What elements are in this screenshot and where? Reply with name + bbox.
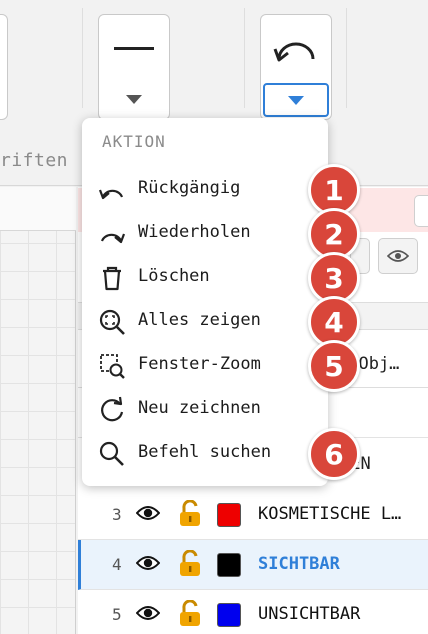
drawing-canvas[interactable] xyxy=(0,187,76,634)
menu-item-label: Neu zeichnen xyxy=(138,398,261,418)
lock-open-icon[interactable] xyxy=(178,550,204,578)
eye-icon[interactable] xyxy=(136,604,160,622)
menu-item-delete[interactable]: Löschen xyxy=(82,255,328,299)
menu-item-redraw[interactable]: Neu zeichnen xyxy=(82,387,328,431)
line-tool-button[interactable] xyxy=(98,14,170,120)
layer-color-swatch[interactable] xyxy=(217,503,241,527)
layer-name: UNSICHTBAR xyxy=(258,604,361,624)
chevron-down-icon xyxy=(126,94,142,104)
undo-tool-button[interactable] xyxy=(260,14,332,120)
line-tool-dropdown[interactable] xyxy=(99,79,169,119)
layer-number: 3 xyxy=(112,505,122,524)
layer-row[interactable]: 5 UNSICHTBAR xyxy=(78,590,428,634)
layer-name: SICHTBAR xyxy=(258,554,340,574)
undo-tool-dropdown[interactable] xyxy=(263,83,329,117)
menu-item-label: Alles zeigen xyxy=(138,310,261,330)
menu-item-zoom-all[interactable]: Alles zeigen xyxy=(82,299,328,343)
layer-number: 5 xyxy=(112,605,122,624)
menu-item-label: Rückgängig xyxy=(138,178,241,198)
canvas-tab-strip xyxy=(0,187,76,231)
eye-icon[interactable] xyxy=(136,504,160,522)
layer-name: KOSMETISCHE L… xyxy=(258,504,402,524)
menu-item-label: Befehl suchen xyxy=(138,442,272,462)
undo-tool-upper[interactable] xyxy=(261,15,331,81)
search-command-icon xyxy=(99,441,124,466)
menu-item-window-zoom[interactable]: Fenster-Zoom xyxy=(82,343,328,387)
zoom-extents-icon xyxy=(99,309,125,335)
layer-row-selected[interactable]: 4 SICHTBAR xyxy=(78,540,428,590)
panel-action-button[interactable] xyxy=(414,195,428,227)
layer-number: 4 xyxy=(112,555,122,574)
eye-icon xyxy=(387,250,409,262)
redraw-icon xyxy=(101,396,124,422)
window-zoom-icon xyxy=(100,354,125,379)
partial-tool-button[interactable] xyxy=(0,14,8,120)
layer-row[interactable]: 3 KOSMETISCHE L… xyxy=(78,490,428,540)
step-badge-5: 5 xyxy=(308,340,360,392)
menu-header: AKTION xyxy=(102,132,166,151)
layer-color-swatch[interactable] xyxy=(217,553,241,577)
redo-icon xyxy=(100,233,126,244)
line-tool-upper[interactable] xyxy=(99,15,169,81)
lock-open-icon[interactable] xyxy=(178,500,204,528)
action-menu: AKTION Rückgängig Wiederholen Löschen Al… xyxy=(82,118,328,486)
toolbar-separator xyxy=(346,8,347,108)
undo-icon xyxy=(273,42,315,62)
eye-icon[interactable] xyxy=(136,554,160,572)
menu-item-label: Fenster-Zoom xyxy=(138,354,261,374)
menu-item-search-command[interactable]: Befehl suchen xyxy=(82,431,328,475)
visibility-toggle-button[interactable] xyxy=(378,238,418,274)
menu-item-undo[interactable]: Rückgängig xyxy=(82,167,328,211)
chevron-down-icon xyxy=(288,95,304,105)
toolbar-separator xyxy=(244,8,245,108)
menu-item-label: Wiederholen xyxy=(138,222,251,242)
menu-item-label: Löschen xyxy=(138,266,210,286)
layer-color-swatch[interactable] xyxy=(217,603,241,627)
lock-open-icon[interactable] xyxy=(178,600,204,628)
undo-icon xyxy=(98,189,124,200)
toolbar-separator xyxy=(82,8,83,108)
trash-icon xyxy=(103,266,121,291)
step-badge-6: 6 xyxy=(308,428,360,480)
menu-item-redo[interactable]: Wiederholen xyxy=(82,211,328,255)
toolbar-section-label: riften xyxy=(0,150,69,171)
line-icon xyxy=(114,46,154,50)
